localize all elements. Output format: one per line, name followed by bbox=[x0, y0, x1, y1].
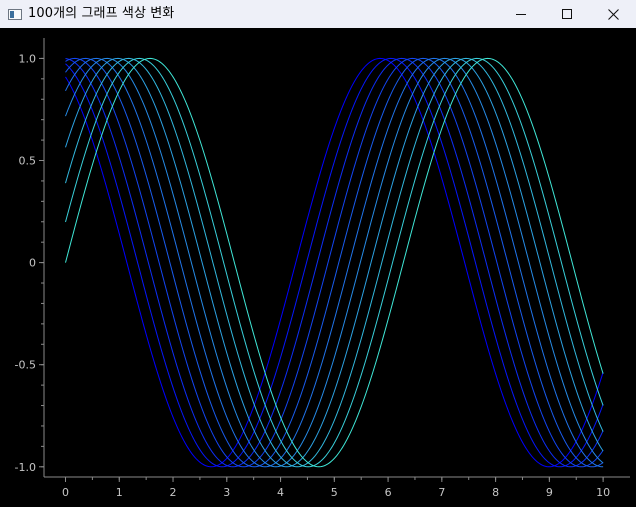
sine-series-line bbox=[65, 57, 604, 468]
window-controls bbox=[498, 0, 636, 28]
app-window: 100개의 그래프 색상 변화 1.0 0.5 0 -0.5 -1.0 0 1 2 3 4 5 6 7 bbox=[0, 0, 636, 507]
x-tick-label: 8 bbox=[492, 486, 499, 499]
sine-series-line bbox=[65, 57, 604, 468]
y-tick-label: -1.0 bbox=[15, 461, 36, 474]
sine-chart[interactable]: 1.0 0.5 0 -0.5 -1.0 0 1 2 3 4 5 6 7 8 9 10 bbox=[0, 28, 636, 507]
sine-series-line bbox=[65, 57, 604, 468]
sine-series-line bbox=[65, 57, 604, 468]
x-tick-label: 1 bbox=[116, 486, 123, 499]
sine-series-line bbox=[65, 57, 604, 468]
x-tick-label: 9 bbox=[546, 486, 553, 499]
x-tick-label: 4 bbox=[277, 486, 284, 499]
plot-area[interactable]: 1.0 0.5 0 -0.5 -1.0 0 1 2 3 4 5 6 7 8 9 10 bbox=[0, 28, 636, 507]
x-tick-label: 7 bbox=[438, 486, 445, 499]
y-tick-label: -0.5 bbox=[15, 359, 36, 372]
sine-series-line bbox=[65, 57, 604, 468]
x-tick-label: 6 bbox=[385, 486, 392, 499]
y-tick-label: 0 bbox=[29, 257, 36, 270]
window-app-icon bbox=[8, 8, 22, 20]
sine-series-line bbox=[65, 57, 604, 468]
y-tick-label: 0.5 bbox=[19, 155, 37, 168]
x-tick-label: 3 bbox=[223, 486, 230, 499]
minimize-button[interactable] bbox=[498, 0, 544, 28]
x-tick-label: 2 bbox=[170, 486, 177, 499]
close-button[interactable] bbox=[590, 0, 636, 28]
minimize-icon bbox=[516, 14, 526, 15]
maximize-button[interactable] bbox=[544, 0, 590, 28]
title-bar[interactable]: 100개의 그래프 색상 변화 bbox=[0, 0, 636, 28]
x-tick-label: 5 bbox=[331, 486, 338, 499]
y-tick-label: 1.0 bbox=[19, 52, 37, 65]
close-icon bbox=[607, 8, 619, 20]
sine-series-line bbox=[65, 57, 604, 468]
x-tick-label: 10 bbox=[596, 486, 610, 499]
sine-series-line bbox=[65, 57, 604, 468]
sine-series-line bbox=[65, 57, 604, 468]
sine-series-line bbox=[65, 57, 604, 468]
window-title: 100개의 그래프 색상 변화 bbox=[28, 6, 175, 21]
maximize-icon bbox=[562, 9, 572, 19]
x-tick-label: 0 bbox=[62, 486, 69, 499]
